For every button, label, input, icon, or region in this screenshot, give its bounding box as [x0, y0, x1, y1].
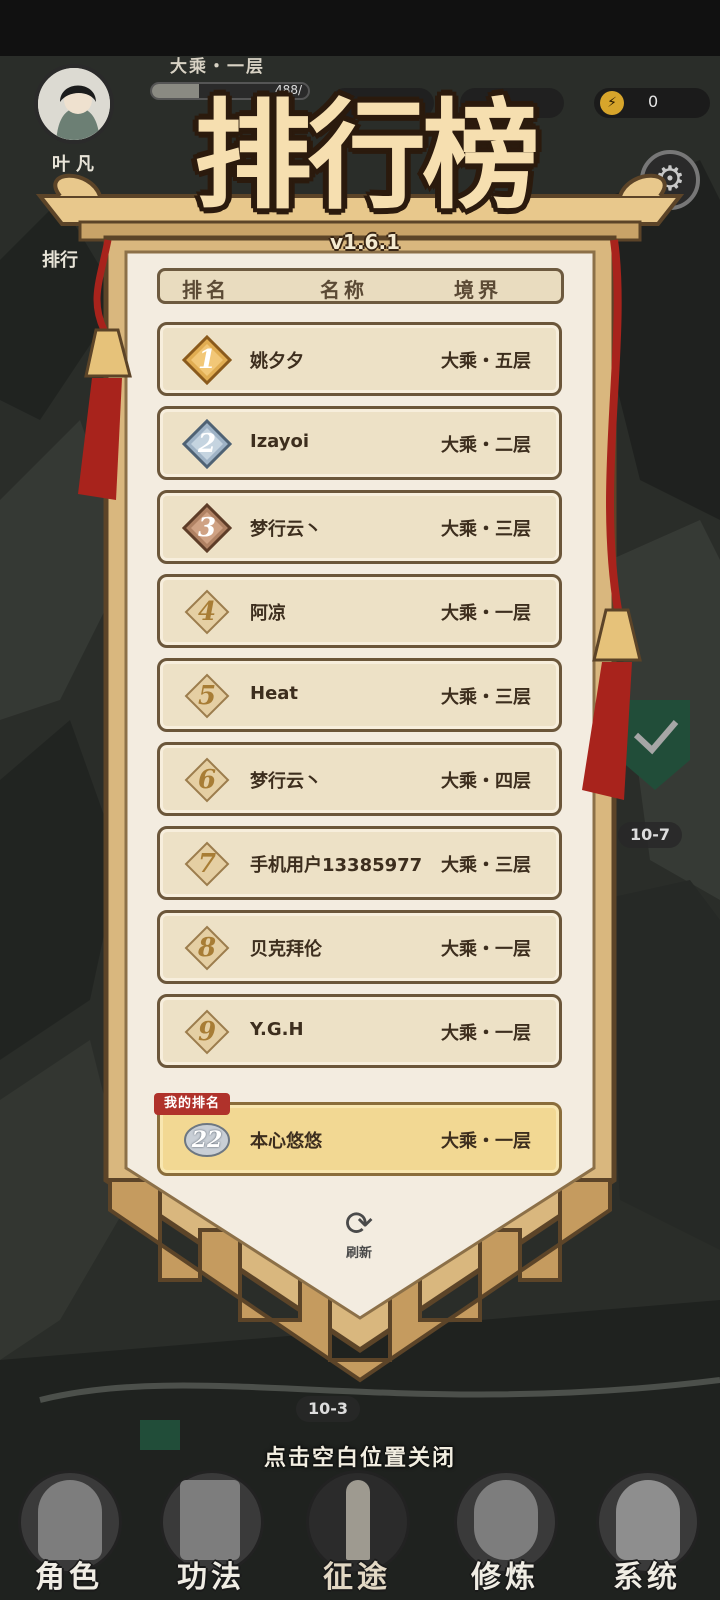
header-realm: 境界 [454, 278, 502, 302]
player-name-cell: 本心悠悠 [250, 1131, 322, 1152]
realm-cell: 大乘・一层 [441, 1023, 531, 1044]
rank-badge-bronze-icon: 3 [181, 502, 233, 554]
refresh-button[interactable]: ⟳ 刷新 [336, 1206, 382, 1266]
character-icon [38, 1480, 102, 1560]
ranking-row[interactable]: 6 梦行云丶 大乘・四层 [157, 742, 562, 816]
rank-badge-icon: 7 [182, 839, 232, 889]
rank-badge-icon: 9 [182, 1007, 232, 1057]
realm-cell: 大乘・三层 [441, 687, 531, 708]
my-ranking-row[interactable]: 我的排名 22 本心悠悠 大乘・一层 [154, 1093, 562, 1176]
nav-label: 功法 [177, 1560, 245, 1595]
nav-label: 征途 [323, 1560, 391, 1595]
ranking-row[interactable]: 5 Heat 大乘・三层 [157, 658, 562, 732]
table-header: 排名 名称 境界 [157, 268, 564, 304]
rank-badge-icon: 22 [182, 1115, 232, 1165]
rank-badge-gold-icon: 1 [181, 334, 233, 386]
rank-badge-silver-icon: 2 [181, 418, 233, 470]
realm-cell: 大乘・三层 [441, 855, 531, 876]
meditation-icon [474, 1480, 538, 1560]
nav-techniques[interactable]: 功法 [146, 1464, 276, 1600]
realm-cell: 大乘・一层 [441, 1131, 531, 1152]
header-rank: 排名 [182, 278, 230, 302]
realm-cell: 大乘・五层 [441, 351, 531, 372]
system-icon [616, 1480, 680, 1560]
book-icon [180, 1480, 240, 1560]
nav-journey[interactable]: 征途 [292, 1464, 422, 1600]
player-name-cell: Izayoi [250, 431, 310, 452]
refresh-label: 刷新 [345, 1246, 372, 1261]
nav-cultivation[interactable]: 修炼 [440, 1464, 570, 1600]
ranking-row[interactable]: 4 阿凉 大乘・一层 [157, 574, 562, 648]
stage-node-label[interactable]: 10-7 [618, 822, 683, 848]
leaderboard-title: 排行榜 [193, 86, 540, 225]
nav-label: 系统 [613, 1560, 681, 1595]
nav-character[interactable]: 角色 [4, 1464, 134, 1600]
player-name-cell: 姚夕夕 [250, 351, 304, 372]
player-name-cell: 阿凉 [250, 603, 286, 624]
rank-badge-icon: 4 [182, 587, 232, 637]
nav-label: 修炼 [471, 1560, 539, 1595]
version-label: v1.6.1 [330, 230, 400, 254]
rank-badge-icon: 5 [182, 671, 232, 721]
ranking-row[interactable]: 8 贝克拜伦 大乘・一层 [157, 910, 562, 984]
nav-label: 角色 [35, 1560, 103, 1595]
realm-cell: 大乘・一层 [441, 939, 531, 960]
player-name-cell: Y.G.H [250, 1019, 304, 1040]
my-rank-tag: 我的排名 [154, 1093, 231, 1115]
nav-system[interactable]: 系统 [582, 1464, 712, 1600]
player-name-cell: 手机用户13385977 [250, 855, 423, 876]
realm-cell: 大乘・三层 [441, 519, 531, 540]
ranking-row[interactable]: 2 Izayoi 大乘・二层 [157, 406, 562, 480]
realm-cell: 大乘・二层 [441, 435, 531, 456]
player-name-cell: Heat [250, 683, 299, 704]
ranking-row[interactable]: 7 手机用户13385977 大乘・三层 [157, 826, 562, 900]
ranking-row[interactable]: 9 Y.G.H 大乘・一层 [157, 994, 562, 1068]
realm-cell: 大乘・一层 [441, 603, 531, 624]
rank-badge-icon: 8 [182, 923, 232, 973]
player-name-cell: 梦行云丶 [250, 771, 322, 792]
ranking-row[interactable]: 1 姚夕夕 大乘・五层 [157, 322, 562, 396]
header-name: 名称 [320, 278, 368, 302]
realm-cell: 大乘・四层 [441, 771, 531, 792]
player-name-cell: 梦行云丶 [250, 519, 322, 540]
player-name-cell: 贝克拜伦 [250, 939, 322, 960]
sword-icon [346, 1480, 370, 1560]
bottom-nav: 角色 功法 征途 修炼 系统 [0, 1464, 720, 1600]
ranking-row[interactable]: 3 梦行云丶 大乘・三层 [157, 490, 562, 564]
stage-node-label[interactable]: 10-3 [296, 1396, 361, 1422]
rank-badge-icon: 6 [182, 755, 232, 805]
refresh-icon: ⟳ [344, 1204, 374, 1244]
